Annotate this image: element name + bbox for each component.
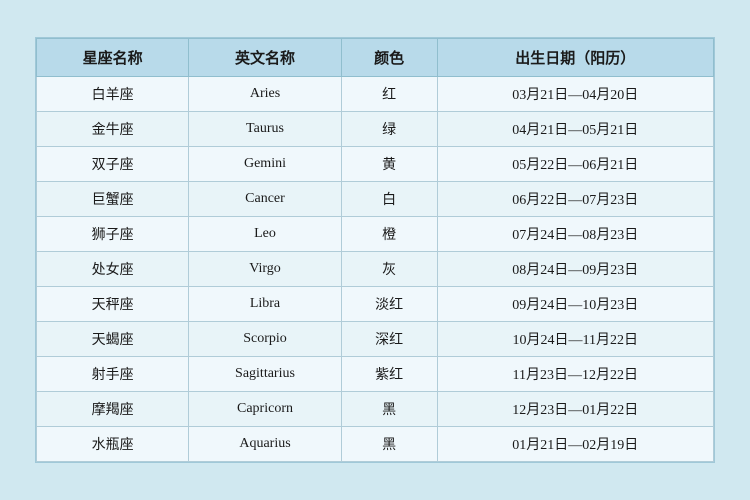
table-row: 摩羯座Capricorn黑12月23日—01月22日 [37, 392, 714, 427]
cell-chinese-name: 射手座 [37, 357, 189, 392]
cell-english-name: Scorpio [189, 322, 341, 357]
cell-dates: 07月24日—08月23日 [437, 217, 713, 252]
cell-dates: 01月21日—02月19日 [437, 427, 713, 462]
cell-english-name: Aquarius [189, 427, 341, 462]
cell-chinese-name: 狮子座 [37, 217, 189, 252]
cell-dates: 09月24日—10月23日 [437, 287, 713, 322]
header-color: 颜色 [341, 39, 437, 77]
cell-english-name: Virgo [189, 252, 341, 287]
header-dates: 出生日期（阳历） [437, 39, 713, 77]
table-row: 双子座Gemini黄05月22日—06月21日 [37, 147, 714, 182]
zodiac-table: 星座名称 英文名称 颜色 出生日期（阳历） 白羊座Aries红03月21日—04… [36, 38, 714, 462]
cell-dates: 05月22日—06月21日 [437, 147, 713, 182]
cell-english-name: Taurus [189, 112, 341, 147]
zodiac-table-container: 星座名称 英文名称 颜色 出生日期（阳历） 白羊座Aries红03月21日—04… [35, 37, 715, 463]
cell-dates: 11月23日—12月22日 [437, 357, 713, 392]
cell-color: 黑 [341, 427, 437, 462]
cell-dates: 03月21日—04月20日 [437, 77, 713, 112]
cell-dates: 06月22日—07月23日 [437, 182, 713, 217]
table-row: 天秤座Libra淡红09月24日—10月23日 [37, 287, 714, 322]
table-row: 巨蟹座Cancer白06月22日—07月23日 [37, 182, 714, 217]
header-english-name: 英文名称 [189, 39, 341, 77]
cell-english-name: Libra [189, 287, 341, 322]
cell-color: 紫红 [341, 357, 437, 392]
cell-english-name: Aries [189, 77, 341, 112]
cell-chinese-name: 处女座 [37, 252, 189, 287]
cell-color: 黄 [341, 147, 437, 182]
cell-dates: 08月24日—09月23日 [437, 252, 713, 287]
cell-chinese-name: 双子座 [37, 147, 189, 182]
table-row: 处女座Virgo灰08月24日—09月23日 [37, 252, 714, 287]
cell-chinese-name: 白羊座 [37, 77, 189, 112]
cell-color: 白 [341, 182, 437, 217]
table-header-row: 星座名称 英文名称 颜色 出生日期（阳历） [37, 39, 714, 77]
cell-english-name: Capricorn [189, 392, 341, 427]
cell-chinese-name: 巨蟹座 [37, 182, 189, 217]
cell-color: 橙 [341, 217, 437, 252]
table-row: 水瓶座Aquarius黑01月21日—02月19日 [37, 427, 714, 462]
table-body: 白羊座Aries红03月21日—04月20日金牛座Taurus绿04月21日—0… [37, 77, 714, 462]
cell-chinese-name: 摩羯座 [37, 392, 189, 427]
cell-chinese-name: 天蝎座 [37, 322, 189, 357]
cell-dates: 12月23日—01月22日 [437, 392, 713, 427]
header-chinese-name: 星座名称 [37, 39, 189, 77]
table-row: 狮子座Leo橙07月24日—08月23日 [37, 217, 714, 252]
cell-dates: 10月24日—11月22日 [437, 322, 713, 357]
cell-color: 绿 [341, 112, 437, 147]
table-row: 金牛座Taurus绿04月21日—05月21日 [37, 112, 714, 147]
cell-color: 红 [341, 77, 437, 112]
cell-chinese-name: 金牛座 [37, 112, 189, 147]
table-row: 白羊座Aries红03月21日—04月20日 [37, 77, 714, 112]
cell-color: 黑 [341, 392, 437, 427]
cell-chinese-name: 天秤座 [37, 287, 189, 322]
cell-color: 深红 [341, 322, 437, 357]
cell-color: 灰 [341, 252, 437, 287]
cell-dates: 04月21日—05月21日 [437, 112, 713, 147]
cell-english-name: Gemini [189, 147, 341, 182]
cell-english-name: Leo [189, 217, 341, 252]
cell-color: 淡红 [341, 287, 437, 322]
table-row: 射手座Sagittarius紫红11月23日—12月22日 [37, 357, 714, 392]
cell-chinese-name: 水瓶座 [37, 427, 189, 462]
table-row: 天蝎座Scorpio深红10月24日—11月22日 [37, 322, 714, 357]
cell-english-name: Sagittarius [189, 357, 341, 392]
cell-english-name: Cancer [189, 182, 341, 217]
